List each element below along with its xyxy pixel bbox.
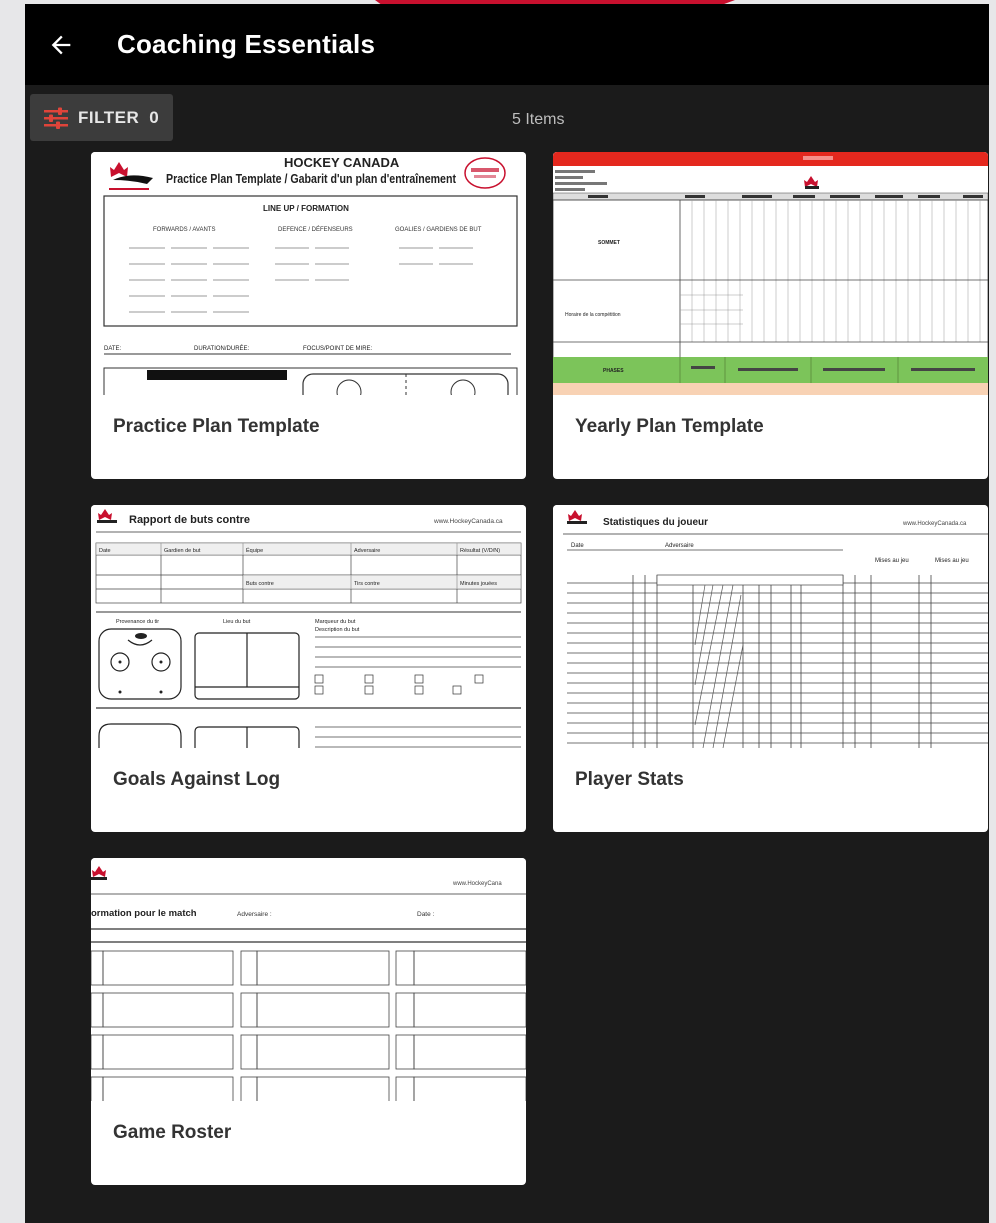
maple-leaf-logo-icon — [567, 510, 587, 524]
preview-row-label-1: DATE: — [104, 346, 122, 352]
filter-label: FILTER — [78, 107, 140, 127]
preview-l2: Lieu du but — [223, 619, 251, 625]
preview-row-label-2: DURATION/DURÉE: — [194, 345, 250, 352]
preview-site: www.HockeyCanada.ca — [433, 518, 503, 525]
preview-subheading: Practice Plan Template / Gabarit d'un pl… — [166, 172, 457, 186]
preview-col1: FORWARDS / AVANTS — [153, 227, 215, 233]
arrow-left-icon — [51, 35, 71, 54]
preview-heading: ormation pour le match — [91, 908, 197, 919]
resource-card-goals-against[interactable]: Rapport de buts contre www.HockeyCanada.… — [91, 505, 526, 832]
preview-h3: Équipe — [246, 547, 263, 554]
preview-h1: Date — [571, 543, 584, 549]
preview-site: www.HockeyCanada.ca — [902, 521, 967, 527]
preview-h2: Adversaire — [665, 543, 694, 549]
preview-h3: Mises au jeu — [875, 558, 909, 564]
resource-card-yearly-plan[interactable]: SOMMET Horaire de la compétition PHASES … — [553, 152, 988, 479]
preview-site: www.HockeyCana — [452, 881, 502, 887]
first-shift-badge-icon — [464, 157, 506, 189]
card-title: Yearly Plan Template — [575, 416, 764, 437]
card-title: Player Stats — [575, 769, 684, 790]
card-title: Practice Plan Template — [113, 416, 320, 437]
preview-heading: Statistiques du joueur — [603, 517, 708, 528]
preview-heading: Rapport de buts contre — [129, 514, 250, 526]
preview-col2: DEFENCE / DÉFENSEURS — [278, 226, 353, 233]
preview-l3: Marqueur du but — [315, 619, 356, 625]
filter-button[interactable]: FILTER 0 — [30, 94, 173, 141]
list-toolbar: FILTER 0 5 Items — [25, 85, 989, 157]
app-bar: Coaching Essentials — [25, 4, 989, 85]
card-title: Game Roster — [113, 1122, 232, 1143]
preview-date: Date : — [417, 911, 435, 918]
maple-leaf-logo-icon — [91, 866, 107, 880]
document-thumbnail: www.HockeyCana ormation pour le match Ad… — [91, 858, 526, 1101]
preview-l4: Description du but — [315, 627, 360, 633]
preview-col3: GOALIES / GARDIENS DE BUT — [395, 227, 482, 233]
app-window: Coaching Essentials FILTER 0 5 Items HOC… — [25, 4, 989, 1223]
preview-h6: Buts contre — [246, 581, 274, 587]
resource-card-practice-plan[interactable]: HOCKEY CANADA Practice Plan Template / G… — [91, 152, 526, 479]
page-title: Coaching Essentials — [117, 29, 376, 59]
hockey-canada-logo-icon — [109, 162, 153, 190]
document-thumbnail: Statistiques du joueur www.HockeyCanada.… — [553, 505, 988, 748]
preview-h4: Mises au jeu — [935, 558, 969, 564]
card-title: Goals Against Log — [113, 769, 281, 790]
maple-leaf-logo-icon — [804, 176, 819, 189]
filter-sliders-icon — [44, 107, 68, 129]
preview-opp: Adversaire : — [237, 911, 272, 918]
preview-h5: Résultat (V/D/N) — [460, 548, 500, 554]
preview-h1: Date — [99, 548, 111, 554]
maple-leaf-logo-icon — [97, 509, 117, 523]
preview-heading: HOCKEY CANADA — [284, 155, 400, 170]
filter-count-badge: 0 — [149, 107, 159, 127]
preview-h7: Tirs contre — [354, 581, 380, 587]
preview-row-b: Horaire de la compétition — [565, 312, 621, 318]
preview-l1: Provenance du tir — [116, 619, 159, 625]
resource-card-game-roster[interactable]: www.HockeyCana ormation pour le match Ad… — [91, 858, 526, 1185]
document-thumbnail: Rapport de buts contre www.HockeyCanada.… — [91, 505, 526, 748]
preview-h4: Adversaire — [354, 548, 380, 554]
resource-card-player-stats[interactable]: Statistiques du joueur www.HockeyCanada.… — [553, 505, 988, 832]
preview-h2: Gardien de but — [164, 548, 201, 554]
back-button[interactable] — [47, 17, 111, 73]
document-thumbnail: SOMMET Horaire de la compétition PHASES — [553, 152, 988, 395]
preview-row-a: SOMMET — [598, 240, 620, 246]
preview-h8: Minutes jouées — [460, 581, 497, 587]
preview-section: LINE UP / FORMATION — [263, 204, 349, 213]
document-thumbnail: HOCKEY CANADA Practice Plan Template / G… — [91, 152, 526, 395]
preview-row-label-3: FOCUS/POINT DE MIRE: — [303, 346, 373, 352]
preview-row-c: PHASES — [603, 368, 624, 374]
items-count: 5 Items — [512, 111, 565, 128]
